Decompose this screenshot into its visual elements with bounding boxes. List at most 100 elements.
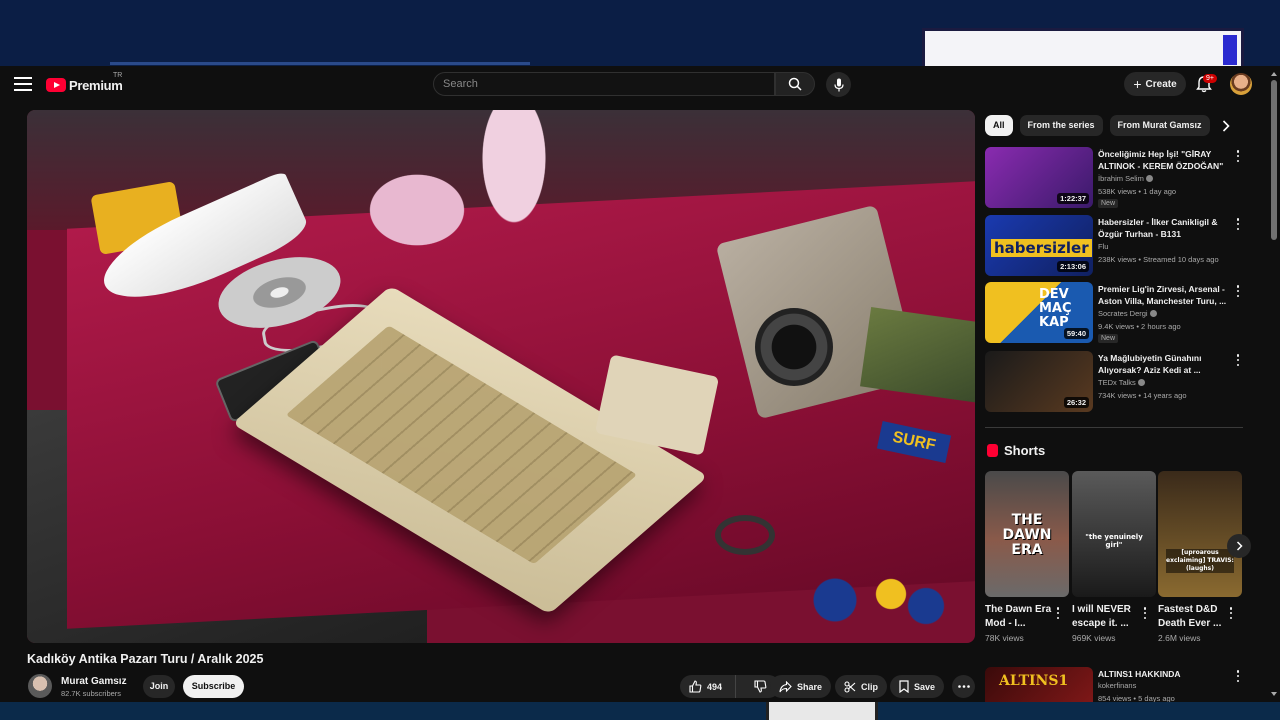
chips-next-button[interactable]	[1216, 117, 1236, 135]
plus-icon: +	[1133, 76, 1142, 92]
channel-label: Socrates Dergi	[1098, 309, 1148, 318]
short-item[interactable]: "the yenuinely girl" I will NEVER escape…	[1072, 471, 1156, 643]
recommendation-channel: TEDx Talks	[1098, 378, 1145, 387]
video-frame-ring	[715, 515, 775, 555]
microphone-icon	[833, 78, 844, 91]
shorts-next-button[interactable]	[1227, 534, 1251, 558]
recommendation-item[interactable]: habersizler 2:13:06 Habersizler - İlker …	[985, 215, 1240, 277]
account-avatar[interactable]	[1230, 73, 1252, 95]
recommendation-meta: 9.4K views • 2 hours ago	[1098, 322, 1181, 331]
thumbnail-text: THE DAWN ERA	[1002, 512, 1052, 558]
recommendation-item[interactable]: 26:32 Ya Mağlubiyetin Günahını Alıyorsak…	[985, 351, 1240, 413]
short-title: The Dawn Era Mod - I...	[985, 604, 1052, 629]
scroll-up-arrow-icon[interactable]	[1271, 72, 1277, 76]
menu-icon[interactable]	[14, 77, 32, 91]
scissors-icon	[844, 680, 856, 693]
page-scrollbar[interactable]	[1270, 70, 1278, 698]
video-frame-tin-box	[860, 307, 975, 403]
chip-from-channel[interactable]: From Murat Gamsız	[1109, 115, 1210, 136]
like-dislike-group: 494	[680, 675, 780, 698]
desktop-line	[110, 62, 530, 65]
search-button[interactable]	[775, 72, 815, 96]
channel-label: İbrahim Selim	[1098, 174, 1144, 183]
video-thumbnail: ALTINS1	[985, 667, 1093, 702]
recommendation-title: ALTINS1 HAKKINDA	[1098, 669, 1181, 679]
more-vertical-icon[interactable]	[1235, 218, 1241, 230]
logo-text: Premium	[69, 77, 123, 93]
recommendation-title: Premier Lig'in Zirvesi, Arsenal - Aston …	[1098, 284, 1227, 306]
more-vertical-icon[interactable]	[1228, 607, 1234, 619]
thumbnail-text: habersizler	[991, 239, 1092, 257]
recommendation-title: Ya Mağlubiyetin Günahını Alıyorsak? Aziz…	[1098, 353, 1202, 375]
youtube-app: Premium TR Search + Create 9+ SURF Kadık…	[0, 66, 1280, 702]
create-button[interactable]: + Create	[1124, 72, 1186, 96]
section-divider	[985, 427, 1243, 428]
short-views: 2.6M views	[1158, 633, 1201, 643]
new-badge: New	[1098, 334, 1119, 343]
duration-badge: 1:22:37	[1057, 193, 1089, 204]
recommendation-title: Habersizler - İlker Canikligil & Özgür T…	[1098, 217, 1218, 239]
clip-label: Clip	[861, 681, 878, 692]
recommendation-channel: Flu	[1098, 242, 1109, 251]
pixel-window	[922, 28, 1244, 68]
chip-all[interactable]: All	[985, 115, 1013, 136]
like-button[interactable]: 494	[680, 675, 737, 698]
recommendation-item[interactable]: ALTINS1 ALTINS1 HAKKINDA kokerfinans 854…	[985, 667, 1240, 702]
recommendation-meta: 238K views • Streamed 10 days ago	[1098, 255, 1219, 264]
short-views: 969K views	[1072, 633, 1116, 643]
short-thumbnail: THE DAWN ERA	[985, 471, 1069, 597]
search-input[interactable]: Search	[433, 72, 775, 96]
shorts-icon	[987, 444, 998, 457]
subscribe-button[interactable]: Subscribe	[183, 675, 244, 698]
share-icon	[779, 680, 792, 692]
more-vertical-icon[interactable]	[1235, 285, 1241, 297]
more-actions-button[interactable]	[952, 675, 975, 698]
video-frame-lamp-2	[459, 110, 569, 270]
thumbnail-text: DEV MAÇ KAP	[1039, 287, 1072, 330]
short-views: 78K views	[985, 633, 1024, 643]
desktop-background-top	[0, 0, 1280, 68]
shorts-heading: Shorts	[987, 443, 1045, 458]
scrollbar-thumb[interactable]	[1271, 80, 1277, 240]
short-thumbnail: "the yenuinely girl"	[1072, 471, 1156, 597]
bookmark-icon	[899, 680, 909, 693]
recommendation-item[interactable]: DEV MAÇ KAP 59:40 Premier Lig'in Zirvesi…	[985, 282, 1240, 344]
more-vertical-icon[interactable]	[1142, 607, 1148, 619]
more-vertical-icon[interactable]	[1235, 670, 1241, 682]
search-icon	[788, 77, 802, 91]
duration-badge: 26:32	[1063, 397, 1089, 408]
duration-badge: 59:40	[1063, 328, 1089, 339]
recommendation-meta: 734K views • 14 years ago	[1098, 391, 1187, 400]
chip-from-the-series[interactable]: From the series	[1019, 115, 1103, 136]
clip-button[interactable]: Clip	[835, 675, 887, 698]
save-button[interactable]: Save	[890, 675, 945, 698]
short-item[interactable]: [uproarous exclaiming] TRAVIS: (laughs) …	[1158, 471, 1242, 643]
video-thumbnail: 1:22:37	[985, 147, 1093, 208]
scroll-down-arrow-icon[interactable]	[1271, 692, 1277, 696]
channel-name[interactable]: Murat Gamsız	[61, 676, 127, 687]
filter-chips: All From the series From Murat Gamsız	[985, 115, 1210, 137]
youtube-play-icon	[46, 78, 66, 92]
share-button[interactable]: Share	[770, 675, 832, 698]
video-frame-camera-lens	[755, 308, 833, 386]
verified-icon	[1137, 379, 1145, 386]
voice-search-button[interactable]	[826, 72, 851, 97]
recommendation-meta: 538K views • 1 day ago	[1098, 187, 1177, 196]
recommendation-channel: kokerfinans	[1098, 681, 1137, 690]
thumbnail-text: [uproarous exclaiming] TRAVIS: (laughs)	[1166, 549, 1234, 573]
more-vertical-icon[interactable]	[1235, 354, 1241, 366]
verified-icon	[1149, 310, 1157, 317]
channel-label: TEDx Talks	[1098, 378, 1136, 387]
video-player[interactable]: SURF	[27, 110, 975, 643]
join-button[interactable]: Join	[143, 675, 175, 698]
youtube-premium-logo[interactable]: Premium TR	[46, 72, 123, 94]
short-item[interactable]: THE DAWN ERA The Dawn Era Mod - I... 78K…	[985, 471, 1069, 643]
recommendation-meta: 854 views • 5 days ago	[1098, 694, 1175, 702]
more-vertical-icon[interactable]	[1055, 607, 1061, 619]
notification-badge: 9+	[1203, 74, 1217, 83]
subscriber-count: 82.7K subscribers	[61, 689, 122, 698]
more-vertical-icon[interactable]	[1235, 150, 1241, 162]
channel-avatar[interactable]	[28, 674, 52, 698]
recommendation-item[interactable]: 1:22:37 Önceliğimiz Hep İşi! "GİRAY ALTI…	[985, 147, 1240, 209]
video-thumbnail: DEV MAÇ KAP 59:40	[985, 282, 1093, 343]
